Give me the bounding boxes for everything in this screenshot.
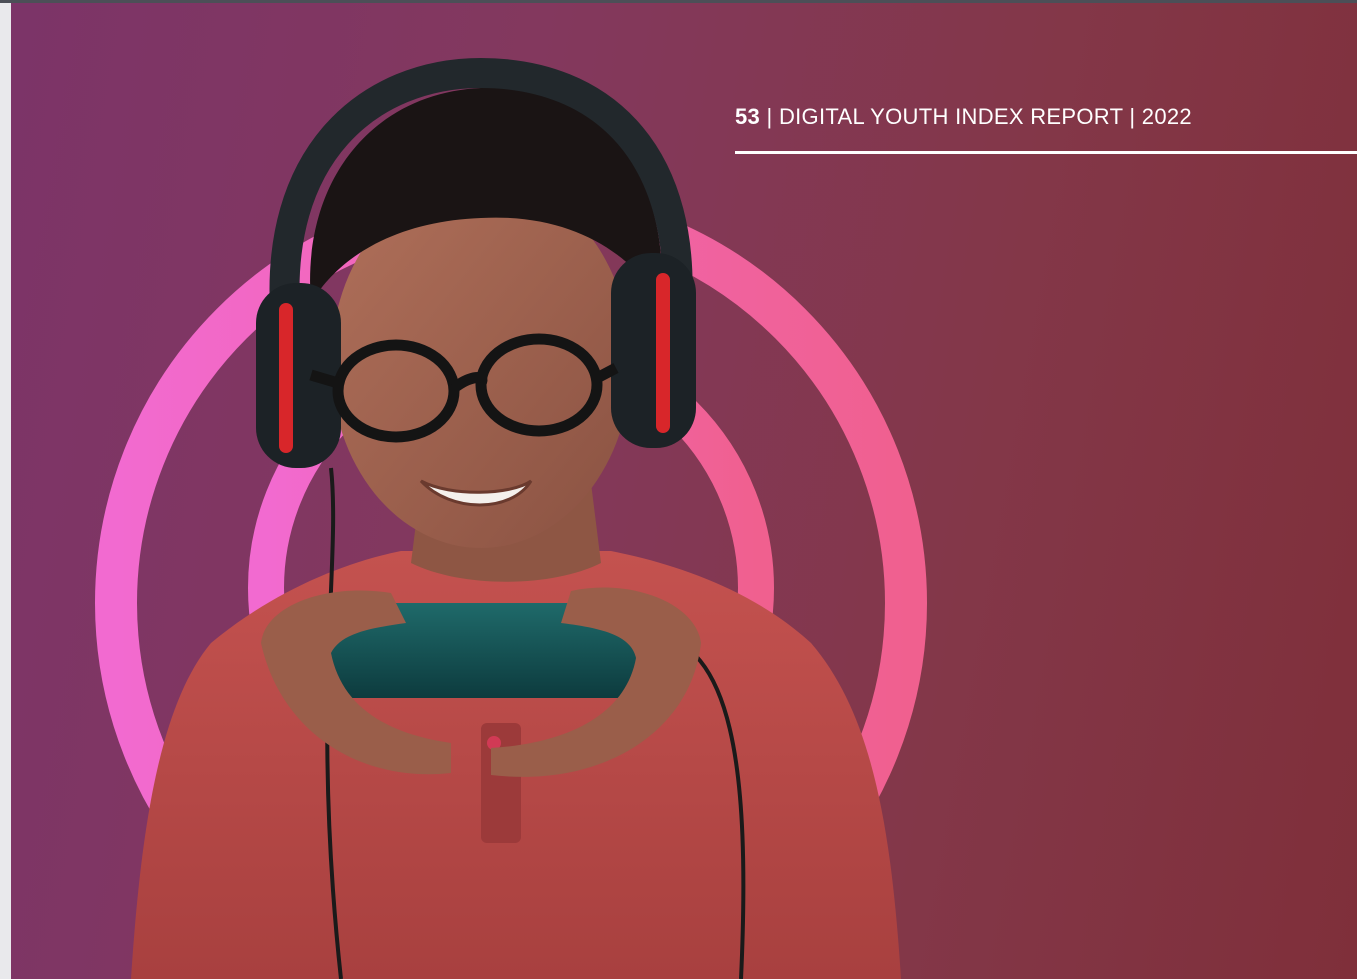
- running-header: 53 | DIGITAL YOUTH INDEX REPORT | 2022: [735, 104, 1192, 130]
- report-page: 53 | DIGITAL YOUTH INDEX REPORT | 2022: [11, 3, 1357, 979]
- shirt-placket: [481, 723, 521, 843]
- report-title: DIGITAL YOUTH INDEX REPORT: [778, 104, 1123, 129]
- header-separator-2: |: [1129, 104, 1136, 129]
- right-ear-cup: [611, 253, 696, 448]
- page-number: 53: [735, 104, 761, 129]
- hero-photo: [95, 57, 927, 979]
- header-rule: [735, 151, 1357, 154]
- header-separator: |: [766, 104, 773, 129]
- report-year: 2022: [1141, 104, 1192, 129]
